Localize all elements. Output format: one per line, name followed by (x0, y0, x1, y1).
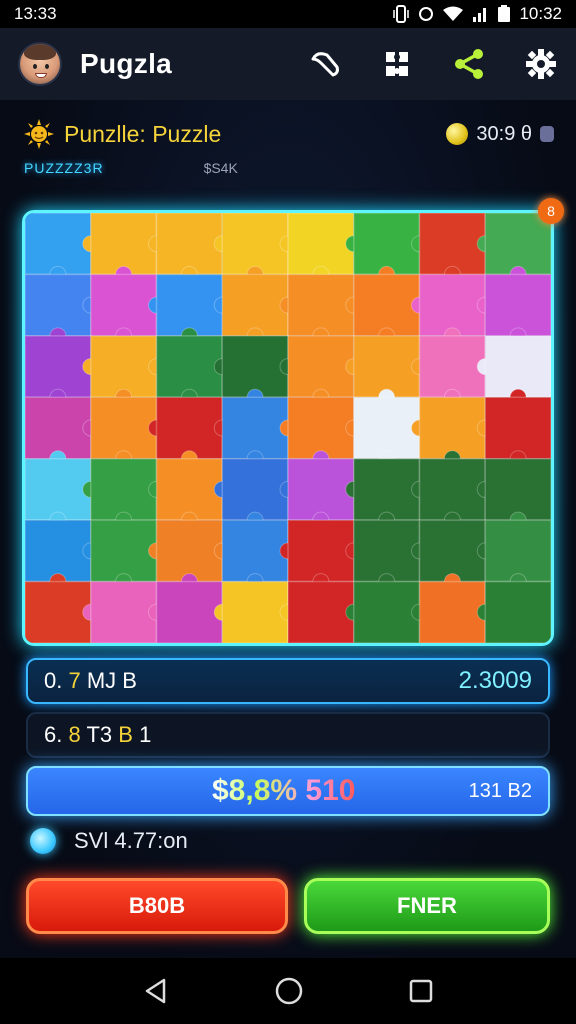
stat2-highlight: 8 (68, 722, 81, 747)
sync-icon (419, 7, 434, 21)
battery-icon (498, 5, 511, 22)
option-radio[interactable] (30, 828, 56, 854)
pieces-button[interactable] (380, 47, 414, 81)
stat1-value: 2.3009 (458, 667, 532, 694)
back-icon[interactable] (142, 977, 170, 1005)
stat1-prefix: 0. (44, 668, 63, 693)
puzzle-subtitle-row: PUZZZZ3R $S4K (24, 160, 324, 176)
prize-right: 131 B2 (468, 779, 532, 802)
timer: 30:9 θ (446, 123, 554, 146)
header-actions (308, 47, 558, 81)
status-icons: 10:32 (393, 4, 562, 24)
home-icon[interactable] (274, 976, 304, 1006)
sun-icon (24, 119, 54, 149)
avatar-mouth (35, 73, 47, 78)
stat2-mid: T3 (86, 722, 113, 747)
status-clock: 10:32 (519, 4, 562, 23)
right-action-button[interactable]: FNER (304, 878, 550, 934)
stat2-suffix: 1 (139, 722, 152, 747)
app-header: Pugzla (0, 28, 576, 100)
left-action-button[interactable]: B80B (26, 878, 288, 934)
share-icon (455, 49, 483, 79)
system-nav-bar (0, 958, 576, 1024)
recents-icon[interactable] (408, 978, 434, 1004)
timer-value: 30:9 θ (476, 122, 532, 145)
avatar-eye (33, 64, 37, 69)
signal-icon (473, 8, 487, 22)
share-button[interactable] (452, 47, 486, 81)
status-bar: 13:33 10:32 (0, 0, 576, 28)
board-sheen (25, 213, 551, 643)
player-tag: PUZZZZ3R (24, 160, 104, 176)
option-row: SVl 4.77:on (30, 828, 188, 854)
status-time: 13:33 (14, 4, 57, 23)
prize-value: $8,8% 510 (212, 774, 356, 807)
wifi-icon (443, 6, 464, 21)
grid-pieces-icon (386, 52, 408, 76)
stat2-prefix: 6. (44, 722, 63, 747)
avatar[interactable] (18, 42, 62, 86)
game-screen: 13:33 10:32 Pugzla Punzlle: Puzzle 30:9 … (0, 0, 576, 1024)
hint-icon (311, 52, 339, 77)
coin-icon (446, 123, 469, 145)
puzzle-grid[interactable] (25, 213, 551, 643)
puzzle-title: Punzlle: Puzzle (64, 120, 222, 147)
stat-bar-2: 6. 8 T3 B 1 (26, 712, 550, 758)
avatar-eye (45, 64, 49, 69)
settings-button[interactable] (524, 47, 558, 81)
notification-badge: 8 (538, 198, 564, 224)
score-tag: $S4K (203, 160, 238, 176)
vibrate-icon (393, 5, 410, 23)
stat1-suffix: MJ B (86, 668, 137, 693)
stat1-label: 0. 7 MJ B (44, 668, 137, 694)
option-label: SVl 4.77:on (74, 828, 188, 853)
stat1-highlight: 7 (68, 668, 81, 693)
puzzle-board[interactable] (22, 210, 554, 646)
puzzle-info-row: Punzlle: Puzzle 30:9 θ (24, 112, 554, 156)
app-title: Pugzla (80, 48, 173, 79)
stat2-label: 6. 8 T3 B 1 (44, 722, 151, 748)
gear-icon (526, 49, 556, 79)
hint-button[interactable] (308, 47, 342, 81)
pause-pill-icon[interactable] (540, 126, 554, 142)
stat-bar-3[interactable]: $8,8% 510 131 B2 (26, 766, 550, 816)
stat-bar-1: 0. 7 MJ B 2.3009 (26, 658, 550, 704)
stat2-highlight-2: B (118, 722, 133, 747)
